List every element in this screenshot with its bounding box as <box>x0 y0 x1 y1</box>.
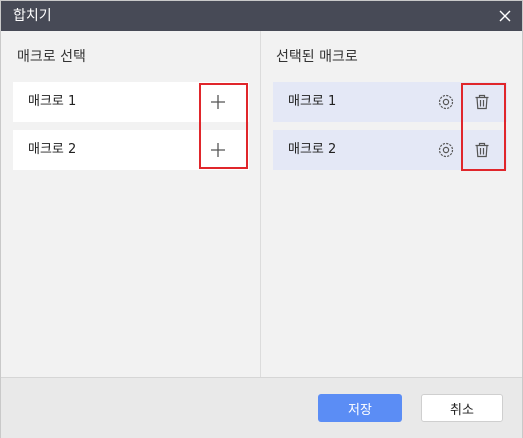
save-button[interactable]: 저장 <box>318 394 402 422</box>
gear-icon[interactable] <box>434 90 458 114</box>
macro-list-item: 매크로 2 <box>13 130 249 170</box>
selected-macro-label: 매크로 1 <box>288 94 337 109</box>
plus-icon[interactable] <box>206 138 230 162</box>
dialog-title: 합치기 <box>13 8 52 24</box>
selected-macro-label: 매크로 2 <box>288 142 337 157</box>
trash-icon[interactable] <box>470 90 494 114</box>
macro-select-panel: 매크로 선택 매크로 1 매크로 2 <box>1 31 261 377</box>
dialog-footer: 저장 취소 <box>1 377 522 438</box>
merge-dialog: 합치기 매크로 선택 매크로 1 매크로 2 선택된 매크로 매크로 1 매크로… <box>0 0 523 438</box>
macro-item-label: 매크로 1 <box>28 94 77 109</box>
macro-select-title: 매크로 선택 <box>17 49 86 65</box>
gear-icon[interactable] <box>434 138 458 162</box>
macro-list-item: 매크로 1 <box>13 82 249 122</box>
close-icon[interactable] <box>496 7 514 25</box>
selected-macro-panel: 선택된 매크로 매크로 1 매크로 2 <box>261 31 522 377</box>
selected-macro-item: 매크로 2 <box>273 130 507 170</box>
selected-macro-item: 매크로 1 <box>273 82 507 122</box>
trash-icon[interactable] <box>470 138 494 162</box>
title-bar: 합치기 <box>1 1 522 31</box>
cancel-button[interactable]: 취소 <box>421 394 503 422</box>
plus-icon[interactable] <box>206 90 230 114</box>
selected-macro-title: 선택된 매크로 <box>276 49 358 65</box>
macro-item-label: 매크로 2 <box>28 142 77 157</box>
